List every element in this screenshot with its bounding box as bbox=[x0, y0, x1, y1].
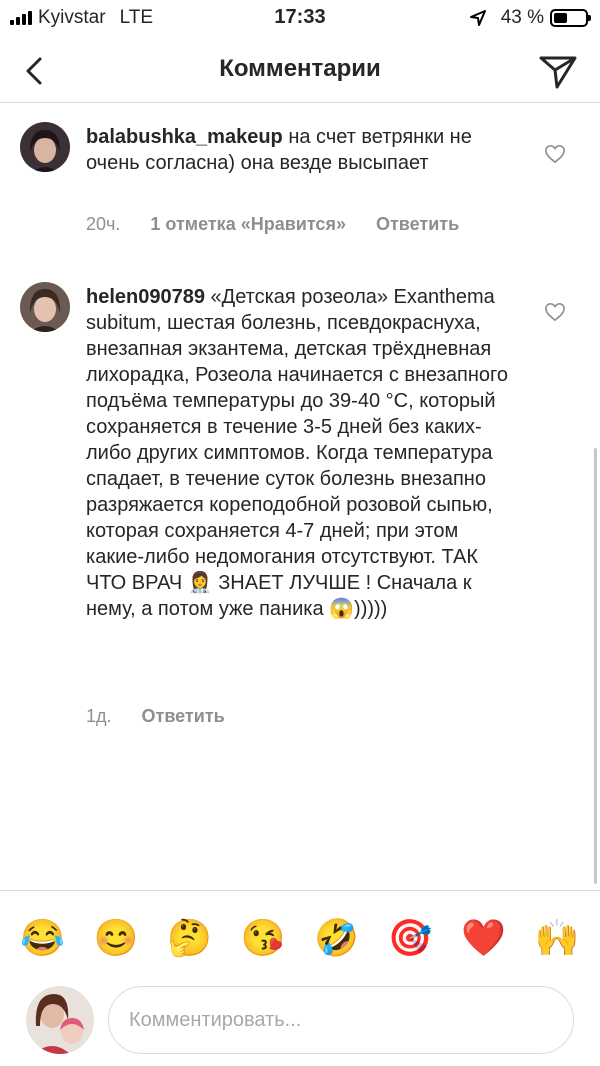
comment-body: «Детская розеола» Exanthema subitum, шес… bbox=[86, 286, 508, 620]
likes-link[interactable]: 1 отметка «Нравится» bbox=[150, 214, 346, 235]
comment-username[interactable]: balabushka_makeup bbox=[86, 126, 283, 148]
avatar bbox=[26, 986, 94, 1054]
paper-plane-icon[interactable] bbox=[536, 50, 580, 94]
comment-composer bbox=[0, 984, 600, 1066]
status-right: 43 % bbox=[469, 7, 591, 29]
avatar[interactable] bbox=[20, 122, 70, 172]
heart-icon[interactable] bbox=[544, 144, 566, 164]
comment-text: balabushka_makeup на счет ветрянки не оч… bbox=[86, 124, 516, 176]
nav-header: Комментарии bbox=[0, 40, 600, 103]
comment-text: helen090789 «Детская розеола» Exanthema … bbox=[86, 284, 516, 622]
emoji-raising-hands[interactable]: 🙌 bbox=[527, 917, 587, 958]
emoji-bar: 😂 😊 🤔 😘 🤣 🎯 ❤️ 🙌 bbox=[0, 890, 600, 984]
emoji-tears-of-joy[interactable]: 😂 bbox=[13, 917, 73, 958]
comment-time: 1д. bbox=[86, 706, 112, 726]
battery-icon bbox=[550, 9, 591, 27]
reply-button[interactable]: Ответить bbox=[376, 214, 459, 235]
comment-meta: 20ч. 1 отметка «Нравится» Ответить bbox=[86, 214, 489, 235]
scrollbar[interactable] bbox=[594, 448, 597, 884]
reply-button[interactable]: Ответить bbox=[142, 706, 225, 727]
comment-meta: 1д. Ответить bbox=[86, 706, 255, 727]
battery-percent: 43 % bbox=[500, 7, 544, 28]
emoji-heart[interactable]: ❤️ bbox=[454, 917, 514, 958]
heart-icon[interactable] bbox=[544, 302, 566, 322]
status-bar: Kyivstar LTE 17:33 43 % bbox=[0, 0, 600, 40]
comment-time: 20ч. bbox=[86, 214, 121, 234]
avatar[interactable] bbox=[20, 282, 70, 332]
emoji-kiss[interactable]: 😘 bbox=[233, 917, 293, 958]
emoji-rofl[interactable]: 🤣 bbox=[307, 917, 367, 958]
emoji-thinking[interactable]: 🤔 bbox=[160, 917, 220, 958]
emoji-smiling[interactable]: 😊 bbox=[86, 917, 146, 958]
comment-username[interactable]: helen090789 bbox=[86, 286, 205, 308]
emoji-target[interactable]: 🎯 bbox=[380, 917, 440, 958]
page-title: Комментарии bbox=[219, 55, 381, 82]
location-arrow-icon bbox=[469, 10, 486, 26]
comment-input[interactable] bbox=[108, 986, 574, 1054]
